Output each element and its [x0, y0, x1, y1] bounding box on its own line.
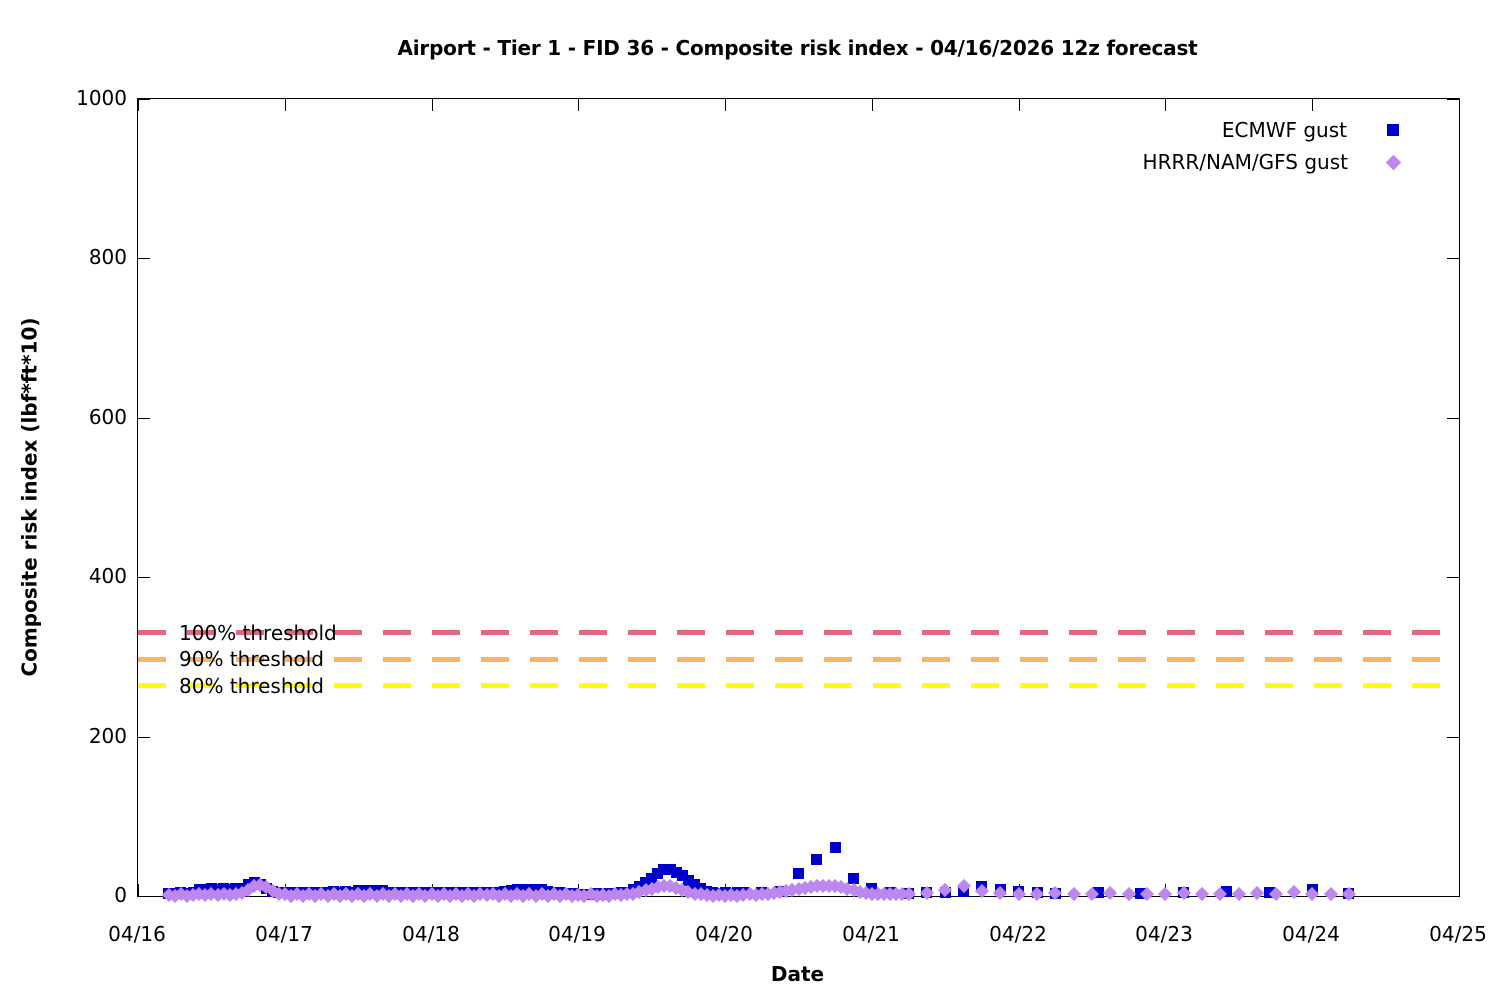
y-tick-label: 600 [88, 405, 127, 429]
y-axis-label-text: Composite risk index (lbf*ft*10) [18, 316, 42, 677]
x-tick [872, 99, 873, 111]
x-tick-label: 04/17 [255, 922, 313, 946]
data-point-square [793, 868, 804, 880]
y-tick-label: 200 [88, 724, 127, 748]
x-tick [138, 884, 139, 896]
y-tick [1447, 258, 1459, 259]
data-point-diamond [1121, 886, 1136, 901]
data-point-diamond [1286, 884, 1301, 900]
x-tick [725, 99, 726, 111]
x-tick [138, 99, 139, 111]
y-axis-label: Composite risk index (lbf*ft*10) [4, 98, 56, 895]
data-point-diamond [1103, 885, 1118, 900]
x-tick-label: 04/25 [1429, 922, 1487, 946]
y-tick [1447, 418, 1459, 419]
x-tick [1459, 884, 1460, 896]
y-tick-label: 800 [88, 245, 127, 269]
x-tick [285, 99, 286, 111]
x-tick-label: 04/18 [402, 922, 460, 946]
x-tick-label: 04/23 [1135, 922, 1193, 946]
data-point-square [829, 841, 841, 853]
x-tick-label: 04/20 [695, 922, 753, 946]
x-tick [578, 99, 579, 111]
data-point-square [811, 853, 823, 865]
y-tick [138, 896, 150, 897]
y-tick [1447, 99, 1459, 100]
threshold-label-80: 80% threshold [179, 673, 324, 698]
y-tick-label: 400 [88, 564, 127, 588]
data-point-diamond [1158, 886, 1173, 901]
x-tick [1459, 99, 1460, 111]
x-tick [1019, 99, 1020, 111]
legend-label-ecmwf: ECMWF gust [1221, 118, 1347, 142]
chart-title: Airport - Tier 1 - FID 36 - Composite ri… [397, 36, 1198, 60]
y-tick [138, 418, 150, 419]
y-tick [138, 99, 150, 100]
x-tick [1165, 99, 1166, 111]
x-tick-label: 04/22 [989, 922, 1047, 946]
x-tick-label: 04/16 [108, 922, 166, 946]
y-tick-label: 0 [114, 883, 127, 907]
y-tick [1447, 737, 1459, 738]
data-point-diamond [1195, 886, 1210, 901]
data-point-diamond [1323, 886, 1338, 901]
legend-entry-ecmwf: ECMWF gust [1222, 115, 1399, 145]
plot-area: ECMWF gust HRRR/NAM/GFS gust 100% thresh… [137, 98, 1460, 904]
legend-entry-hrrr: HRRR/NAM/GFS gust [1142, 147, 1402, 177]
legend-diamond-marker-icon [1385, 154, 1402, 170]
legend-label-hrrr: HRRR/NAM/GFS gust [1142, 150, 1348, 174]
y-tick [1447, 577, 1459, 578]
data-point-diamond [1231, 886, 1246, 901]
data-point-diamond [1250, 885, 1265, 900]
threshold-line-80 [138, 683, 1459, 689]
x-tick-label: 04/24 [1282, 922, 1340, 946]
x-tick-label: 04/19 [548, 922, 606, 946]
y-tick [1447, 896, 1459, 897]
y-tick [138, 258, 150, 259]
threshold-label-100: 100% threshold [179, 620, 337, 645]
y-tick [138, 577, 150, 578]
x-tick [1312, 99, 1313, 111]
threshold-label-90: 90% threshold [179, 647, 324, 672]
x-tick [432, 99, 433, 111]
x-tick-label: 04/21 [842, 922, 900, 946]
y-tick-label: 1000 [76, 86, 127, 110]
x-axis-label: Date [770, 962, 825, 986]
legend-square-marker-icon [1387, 124, 1399, 136]
threshold-line-90 [138, 656, 1459, 662]
y-tick [138, 737, 150, 738]
data-point-diamond [1066, 886, 1081, 901]
